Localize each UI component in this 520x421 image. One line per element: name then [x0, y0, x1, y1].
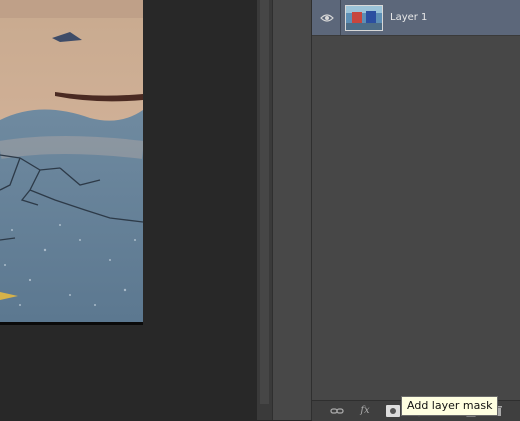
add-mask-icon[interactable] — [386, 405, 400, 417]
layers-panel: Layer 1 fx — [312, 0, 520, 421]
eye-icon[interactable] — [320, 11, 334, 25]
layer-thumbnail[interactable] — [345, 5, 383, 31]
canvas-area[interactable] — [0, 0, 257, 420]
fx-icon[interactable]: fx — [358, 405, 372, 417]
tooltip: Add layer mask — [401, 396, 499, 416]
panel-divider — [272, 0, 312, 420]
scrollbar-thumb[interactable] — [260, 0, 269, 404]
layer-name[interactable]: Layer 1 — [390, 12, 427, 23]
layer-row[interactable]: Layer 1 — [312, 0, 520, 36]
link-icon[interactable] — [330, 405, 344, 417]
document-image[interactable] — [0, 0, 143, 322]
visibility-separator — [340, 0, 341, 35]
canvas-vertical-scrollbar[interactable] — [257, 0, 272, 420]
